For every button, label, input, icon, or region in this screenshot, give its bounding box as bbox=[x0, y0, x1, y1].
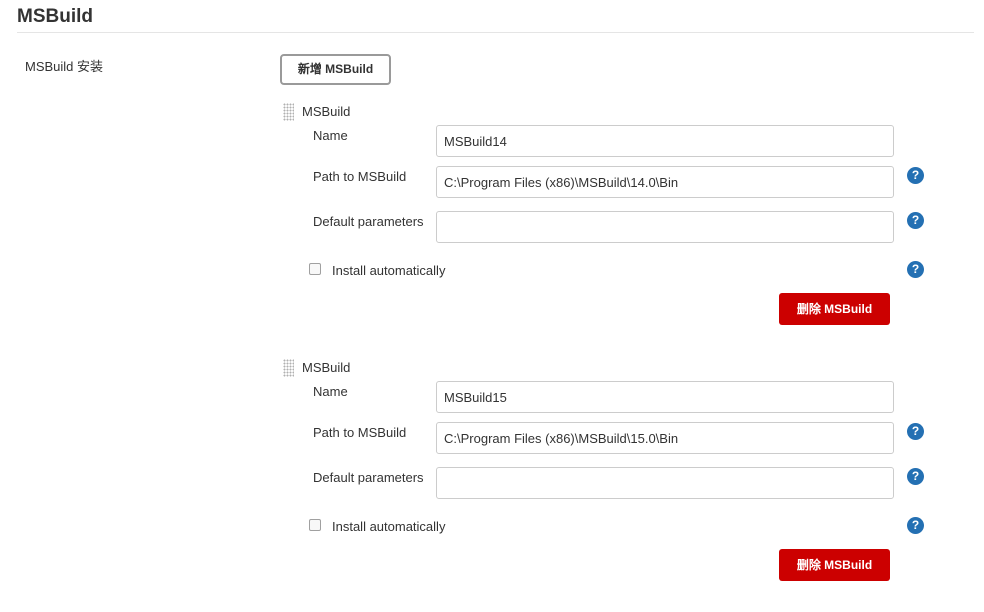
help-icon[interactable]: ? bbox=[907, 517, 924, 534]
default-parameters-input[interactable] bbox=[436, 467, 894, 499]
path-label: Path to MSBuild bbox=[313, 169, 407, 184]
msbuild-installation: MSBuild Name Path to MSBuild ? Default p… bbox=[0, 356, 984, 612]
install-automatically-checkbox[interactable] bbox=[309, 519, 321, 531]
path-input[interactable] bbox=[436, 166, 894, 198]
section-divider bbox=[17, 32, 974, 33]
msbuild-installation: MSBuild Name Path to MSBuild ? Default p… bbox=[0, 100, 984, 356]
add-msbuild-button[interactable]: 新增 MSBuild bbox=[280, 54, 391, 85]
help-icon[interactable]: ? bbox=[907, 261, 924, 278]
install-automatically-label: Install automatically bbox=[332, 263, 446, 278]
name-input[interactable] bbox=[436, 381, 894, 413]
installation-title: MSBuild bbox=[302, 104, 351, 119]
default-parameters-label: Default parameters bbox=[313, 214, 424, 229]
help-icon[interactable]: ? bbox=[907, 212, 924, 229]
install-automatically-checkbox[interactable] bbox=[309, 263, 321, 275]
drag-handle-icon[interactable] bbox=[283, 103, 294, 121]
path-label: Path to MSBuild bbox=[313, 425, 407, 440]
section-title: MSBuild bbox=[17, 6, 93, 27]
row-label: MSBuild 安装 bbox=[25, 59, 104, 74]
delete-msbuild-button[interactable]: 删除 MSBuild bbox=[779, 293, 890, 325]
default-parameters-label: Default parameters bbox=[313, 470, 424, 485]
delete-msbuild-button[interactable]: 删除 MSBuild bbox=[779, 549, 890, 581]
name-label: Name bbox=[313, 384, 348, 399]
help-icon[interactable]: ? bbox=[907, 468, 924, 485]
help-icon[interactable]: ? bbox=[907, 423, 924, 440]
install-automatically-label: Install automatically bbox=[332, 519, 446, 534]
installation-title: MSBuild bbox=[302, 360, 351, 375]
path-input[interactable] bbox=[436, 422, 894, 454]
drag-handle-icon[interactable] bbox=[283, 359, 294, 377]
name-input[interactable] bbox=[436, 125, 894, 157]
name-label: Name bbox=[313, 128, 348, 143]
default-parameters-input[interactable] bbox=[436, 211, 894, 243]
help-icon[interactable]: ? bbox=[907, 167, 924, 184]
